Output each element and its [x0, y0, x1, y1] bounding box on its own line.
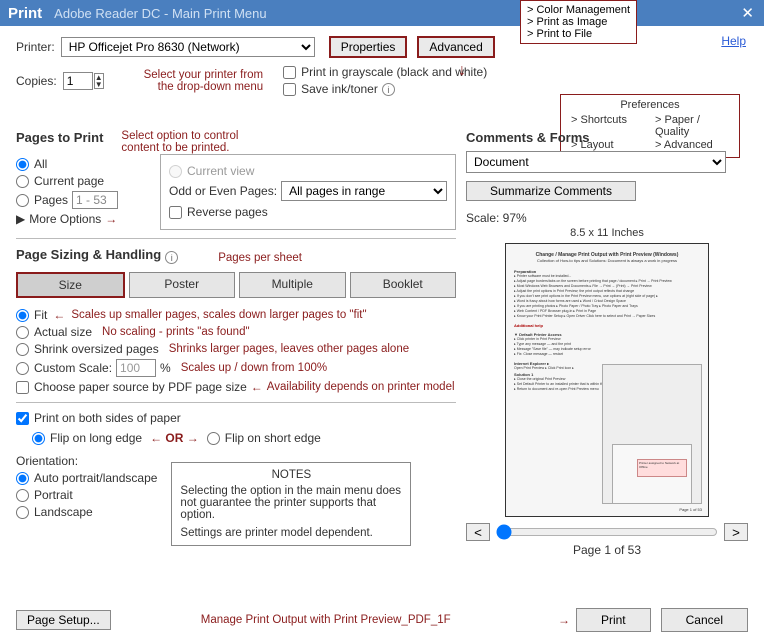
info-icon[interactable]: i	[165, 251, 178, 264]
callout-item: > Print to File	[527, 28, 630, 40]
opt-fit[interactable]: Fit ←Scales up smaller pages, scales dow…	[16, 308, 456, 322]
opt-pages[interactable]: Pages	[16, 191, 148, 209]
page-slider[interactable]	[496, 524, 718, 540]
comments-select[interactable]: Document	[466, 151, 726, 173]
notes-box: NOTES Selecting the option in the main m…	[171, 462, 411, 546]
dialog-title: Print	[8, 5, 42, 22]
advanced-callout: > Color Management > Print as Image > Pr…	[520, 0, 637, 44]
paper-source-checkbox[interactable]: Choose paper source by PDF page size ←Av…	[16, 380, 456, 394]
pages-range-input[interactable]	[72, 191, 118, 209]
scale-label: Scale: 97%	[466, 211, 748, 225]
saveink-checkbox[interactable]: Save ink/toneri	[283, 82, 487, 96]
info-icon[interactable]: i	[382, 83, 395, 96]
tab-booklet[interactable]: Booklet	[350, 272, 457, 298]
opt-custom-scale[interactable]: Custom Scale: % Scales up / down from 10…	[16, 359, 456, 377]
pages-to-print-header: Pages to Print	[16, 130, 103, 148]
copies-label: Copies:	[16, 74, 57, 88]
copies-input[interactable]	[63, 72, 93, 90]
callout-item: > Print as Image	[527, 16, 630, 28]
spin-down-icon[interactable]: ▼	[95, 81, 103, 88]
print-button[interactable]: Print	[576, 608, 651, 632]
opt-current-view[interactable]: Current view	[169, 164, 447, 178]
printer-annotation: Select your printer from the drop-down m…	[144, 69, 264, 93]
opt-shrink[interactable]: Shrink oversized pages Shrinks larger pa…	[16, 342, 456, 356]
tab-poster[interactable]: Poster	[129, 272, 236, 298]
pages-per-sheet-annot: Pages per sheet	[218, 252, 302, 264]
opt-portrait[interactable]: Portrait	[16, 488, 157, 502]
printer-select[interactable]: HP Officejet Pro 8630 (Network)	[61, 37, 315, 57]
opt-current-page[interactable]: Current page	[16, 174, 148, 188]
footer-note: Manage Print Output with Print Preview_P…	[201, 614, 451, 626]
cancel-button[interactable]: Cancel	[661, 608, 748, 632]
paper-dimensions: 8.5 x 11 Inches	[466, 227, 748, 239]
page-setup-button[interactable]: Page Setup...	[16, 610, 111, 630]
next-page-button[interactable]: >	[724, 523, 748, 541]
titlebar: Print Adobe Reader DC - Main Print Menu …	[0, 0, 764, 26]
arrow-right-icon: →	[558, 613, 570, 627]
page-indicator: Page 1 of 53	[466, 543, 748, 557]
pages-annotation: Select option to controlcontent to be pr…	[121, 130, 238, 154]
flip-short-edge[interactable]: Flip on short edge	[207, 431, 321, 445]
sizing-header: Page Sizing & Handling	[16, 247, 161, 262]
grayscale-checkbox[interactable]: Print in grayscale (black and white)	[283, 65, 487, 79]
advanced-button[interactable]: Advanced	[417, 36, 494, 58]
properties-button[interactable]: Properties	[329, 36, 408, 58]
opt-auto-orient[interactable]: Auto portrait/landscape	[16, 471, 157, 485]
notes-header: NOTES	[180, 469, 402, 481]
odd-even-label: Odd or Even Pages:	[169, 184, 277, 198]
arrow-down-icon: ↓	[458, 62, 466, 80]
close-icon[interactable]: ✕	[741, 4, 754, 22]
printer-label: Printer:	[16, 40, 55, 54]
dialog-subtitle: Adobe Reader DC - Main Print Menu	[54, 6, 266, 21]
opt-landscape[interactable]: Landscape	[16, 505, 157, 519]
prefs-title: Preferences	[571, 99, 729, 111]
print-preview: Change / Manage Print Output with Print …	[505, 243, 709, 517]
tab-multiple[interactable]: Multiple	[239, 272, 346, 298]
reverse-pages-checkbox[interactable]: Reverse pages	[169, 205, 447, 219]
opt-all[interactable]: All	[16, 157, 148, 171]
tab-size[interactable]: Size	[16, 272, 125, 298]
comments-header: Comments & Forms	[466, 130, 748, 145]
opt-actual-size[interactable]: Actual size No scaling - prints "as foun…	[16, 325, 456, 339]
prev-page-button[interactable]: <	[466, 523, 490, 541]
preview-screenshot-icon: Printer assigned to Network at Offline	[612, 444, 692, 504]
flip-long-edge[interactable]: Flip on long edge	[32, 431, 142, 445]
summarize-button[interactable]: Summarize Comments	[466, 181, 636, 201]
callout-item: > Color Management	[527, 4, 630, 16]
both-sides-checkbox[interactable]: Print on both sides of paper	[16, 411, 456, 425]
odd-even-select[interactable]: All pages in range	[281, 181, 447, 201]
custom-scale-input[interactable]	[116, 359, 156, 377]
orientation-label: Orientation:	[16, 454, 157, 468]
more-options-toggle[interactable]: ▶ More Options →	[16, 212, 148, 226]
